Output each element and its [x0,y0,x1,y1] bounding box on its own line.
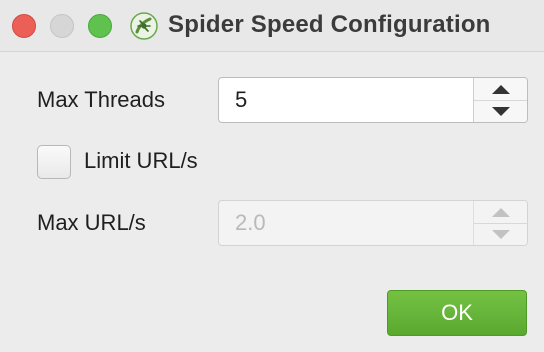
max-urls-spinner [218,200,528,246]
title-bar[interactable]: Spider Speed Configuration [0,0,544,52]
max-threads-input[interactable] [219,78,473,122]
max-threads-label: Max Threads [37,87,165,112]
max-urls-input [219,201,473,245]
max-threads-decrement-button[interactable] [474,100,527,122]
max-threads-stepper[interactable] [473,78,527,122]
triangle-up-icon [491,207,510,217]
triangle-up-icon [491,84,510,94]
ok-button[interactable]: OK [387,290,527,336]
limit-urls-checkbox[interactable] [37,145,71,179]
max-urls-decrement-button [474,223,527,245]
triangle-down-icon [491,229,510,239]
window-title: Spider Speed Configuration [168,11,491,38]
max-urls-label: Max URL/s [37,210,146,235]
spider-app-icon [130,12,158,40]
max-urls-stepper [473,201,527,245]
triangle-down-icon [491,106,510,116]
maximize-window-button[interactable] [88,14,112,38]
max-threads-spinner[interactable] [218,77,528,123]
minimize-window-button[interactable] [50,14,74,38]
dialog-window: Spider Speed Configuration Max Threads L… [0,0,544,352]
max-threads-increment-button[interactable] [474,78,527,101]
limit-urls-label[interactable]: Limit URL/s [84,148,198,174]
close-window-button[interactable] [12,14,36,38]
max-urls-increment-button [474,201,527,224]
